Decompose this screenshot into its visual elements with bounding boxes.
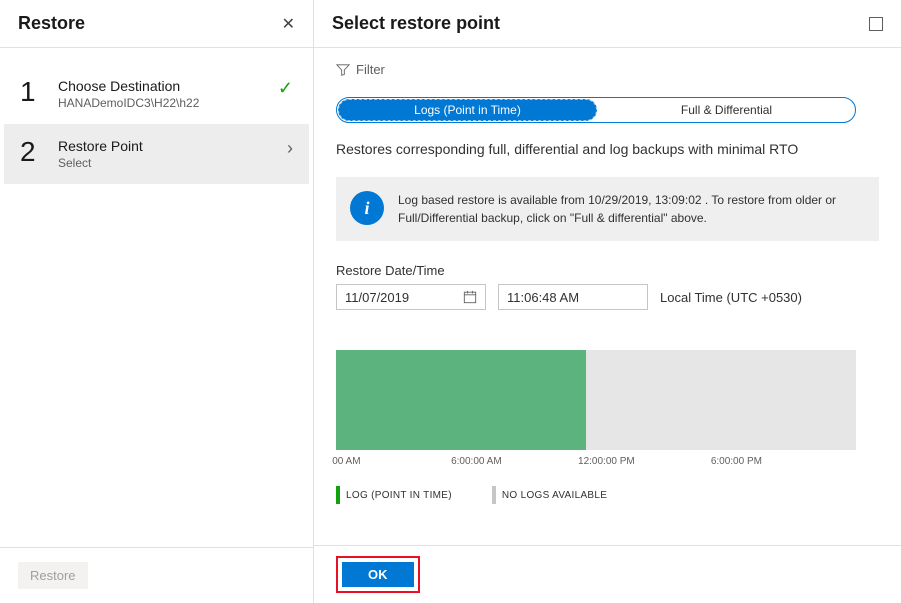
tick-label: 12:00:00 PM [578,456,635,467]
tab-full-differential[interactable]: Full & Differential [598,98,855,122]
tick-label: 00 AM [332,456,360,467]
legend-swatch-grey [492,486,496,504]
filter-label: Filter [356,62,385,77]
log-available-range [336,350,586,450]
step-number: 2 [20,138,44,166]
main-title: Select restore point [332,13,500,34]
calendar-icon [463,290,477,304]
sidebar-title: Restore [18,13,85,34]
step-title: Restore Point [58,138,273,154]
step-body: Choose Destination HANADemoIDC3\H22\h22 [58,78,264,110]
legend-label: LOG (POINT IN TIME) [346,490,452,501]
info-banner: i Log based restore is available from 10… [336,177,879,241]
ok-highlight: OK [336,556,420,593]
info-text: Log based restore is available from 10/2… [398,191,865,227]
restore-description: Restores corresponding full, differentia… [336,141,879,157]
restore-time-input[interactable]: 11:06:48 AM [498,284,648,310]
timezone-label: Local Time (UTC +0530) [660,290,802,305]
datetime-section: Restore Date/Time 11/07/2019 11:06:48 AM… [336,263,879,310]
chevron-right-icon: › [287,138,293,159]
step-subtitle: Select [58,156,273,170]
time-value: 11:06:48 AM [507,290,579,305]
restore-date-input[interactable]: 11/07/2019 [336,284,486,310]
step-choose-destination[interactable]: 1 Choose Destination HANADemoIDC3\H22\h2… [4,64,309,124]
steps-list: 1 Choose Destination HANADemoIDC3\H22\h2… [0,48,313,547]
step-restore-point[interactable]: 2 Restore Point Select › [4,124,309,184]
datetime-label: Restore Date/Time [336,263,879,278]
maximize-icon[interactable] [869,17,883,31]
filter-icon [336,63,350,77]
legend-logs: LOG (POINT IN TIME) [336,486,452,504]
date-value: 11/07/2019 [345,290,409,305]
tab-logs-point-in-time[interactable]: Logs (Point in Time) [338,99,597,121]
main-panel: Select restore point Filter Logs (Point … [314,0,901,603]
tick-label: 6:00:00 PM [711,456,762,467]
datetime-row: 11/07/2019 11:06:48 AM Local Time (UTC +… [336,284,879,310]
ok-button[interactable]: OK [342,562,414,587]
timeline-ticks: 00 AM 6:00:00 AM 12:00:00 PM 6:00:00 PM [336,456,856,470]
step-number: 1 [20,78,44,106]
legend-label: NO LOGS AVAILABLE [502,490,607,501]
log-timeline[interactable] [336,350,856,450]
step-title: Choose Destination [58,78,264,94]
filter-control[interactable]: Filter [336,62,879,77]
legend-nologs: NO LOGS AVAILABLE [492,486,607,504]
timeline-legend: LOG (POINT IN TIME) NO LOGS AVAILABLE [336,486,879,504]
sidebar-footer: Restore [0,547,313,603]
step-body: Restore Point Select [58,138,273,170]
sidebar-header: Restore ✕ [0,0,313,48]
main-header: Select restore point [314,0,901,48]
tick-label: 6:00:00 AM [451,456,502,467]
restore-button[interactable]: Restore [18,562,88,589]
close-icon[interactable]: ✕ [282,14,295,34]
restore-sidebar: Restore ✕ 1 Choose Destination HANADemoI… [0,0,314,603]
step-subtitle: HANADemoIDC3\H22\h22 [58,96,264,110]
legend-swatch-green [336,486,340,504]
check-icon: ✓ [278,78,293,99]
info-icon: i [350,191,384,225]
restore-type-tabs: Logs (Point in Time) Full & Differential [336,97,856,123]
main-footer: OK [314,545,901,603]
main-body: Filter Logs (Point in Time) Full & Diffe… [314,48,901,545]
